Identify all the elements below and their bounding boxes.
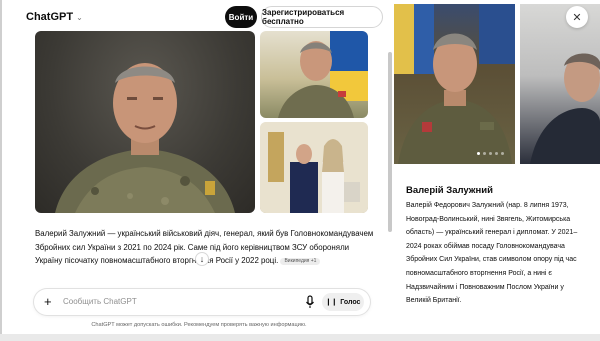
disclaimer-text: ChatGPT может допускать ошибки. Рекоменд…: [91, 322, 307, 328]
image-portrait-flags[interactable]: [260, 31, 368, 118]
close-icon: ✕: [572, 11, 582, 24]
os-taskbar: [0, 334, 600, 341]
carousel-dot[interactable]: [489, 152, 492, 155]
carousel-dot[interactable]: [477, 152, 480, 155]
panel-description: Валерій Федорович Залужний (нар. 8 липня…: [406, 202, 578, 305]
carousel-dot[interactable]: [501, 152, 504, 155]
panel-title: Валерій Залужний: [406, 185, 493, 196]
scroll-down-button[interactable]: ↓: [195, 252, 209, 266]
signup-button[interactable]: Зарегистрироваться бесплатно: [261, 6, 383, 28]
image-ceremony[interactable]: [260, 122, 368, 213]
plus-icon[interactable]: +: [44, 294, 52, 310]
panel-image-secondary[interactable]: [520, 4, 600, 164]
chat-header: ChatGPT ⌄ Войти Зарегистрироваться беспл…: [2, 0, 396, 34]
microphone-icon[interactable]: [305, 295, 315, 309]
source-badge[interactable]: Википедия +1: [280, 257, 321, 265]
message-composer: + Сообщить ChatGPT ❙❙ Голос: [34, 289, 370, 315]
message-input[interactable]: Сообщить ChatGPT: [63, 297, 137, 306]
browser-viewport: ChatGPT ⌄ Войти Зарегистрироваться беспл…: [0, 0, 600, 341]
panel-image-primary[interactable]: [394, 4, 515, 164]
chat-pane: ChatGPT ⌄ Войти Зарегистрироваться беспл…: [0, 0, 394, 341]
voice-mode-button[interactable]: ❙❙ Голос: [322, 293, 364, 311]
panel-portrait-illustration: [394, 4, 515, 164]
answer-text-2: очатку повномасштабного вторгнення Росії…: [74, 256, 279, 266]
chat-scrollbar[interactable]: [388, 52, 392, 232]
ceremony-illustration: [260, 122, 368, 213]
carousel-indicator[interactable]: [477, 152, 504, 155]
image-portrait-main[interactable]: [35, 31, 255, 213]
waveform-icon: ❙❙: [325, 299, 338, 306]
carousel-dot[interactable]: [483, 152, 486, 155]
login-button[interactable]: Войти: [225, 6, 257, 28]
close-panel-button[interactable]: ✕: [566, 6, 588, 28]
voice-label: Голос: [340, 298, 361, 306]
portrait-illustration: [278, 31, 368, 118]
portrait-illustration: [55, 63, 235, 213]
carousel-dot[interactable]: [495, 152, 498, 155]
brand-label: ChatGPT: [26, 11, 74, 23]
arrow-down-icon: ↓: [199, 254, 205, 264]
panel-portrait-illustration-2: [530, 53, 600, 164]
model-switcher[interactable]: ChatGPT ⌄: [26, 11, 83, 23]
chevron-down-icon: ⌄: [76, 12, 83, 22]
